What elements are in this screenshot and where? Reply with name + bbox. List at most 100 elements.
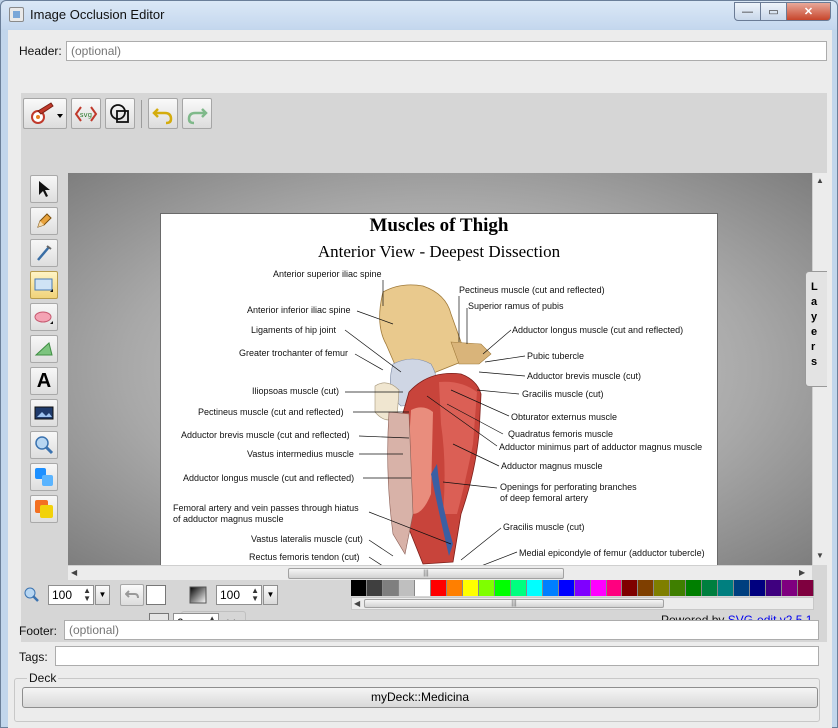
- palette-swatch[interactable]: [590, 580, 607, 596]
- fill-stroke-tool[interactable]: [30, 463, 58, 491]
- rectangle-tool[interactable]: [30, 271, 58, 299]
- palette-swatch[interactable]: [670, 580, 687, 596]
- palette-swatch[interactable]: [638, 580, 655, 596]
- deck-label: Deck: [27, 671, 59, 685]
- palette-swatch[interactable]: [798, 580, 815, 596]
- palette-swatch[interactable]: [382, 580, 399, 596]
- palette-swatch[interactable]: [606, 580, 623, 596]
- minimize-button[interactable]: —: [734, 2, 761, 21]
- close-button[interactable]: ✕: [786, 2, 831, 21]
- label-medial-epicondyle: Medial epicondyle of femur (adductor tub…: [519, 548, 705, 558]
- palette-scroll-thumb[interactable]: |||: [364, 599, 664, 608]
- palette-swatch[interactable]: [622, 580, 639, 596]
- label-anterior-superior-iliac-spine: Anterior superior iliac spine: [273, 269, 382, 279]
- svg-text:svg: svg: [80, 111, 92, 119]
- redo-icon: [187, 107, 208, 124]
- footer-field[interactable]: [64, 620, 819, 640]
- palette-swatch[interactable]: [558, 580, 575, 596]
- line-icon: [37, 245, 52, 261]
- scroll-left-icon[interactable]: ◀: [354, 599, 360, 608]
- rectangle-icon: [34, 278, 53, 292]
- app-icon: [9, 7, 24, 22]
- palette-swatch[interactable]: [734, 580, 751, 596]
- svg-source-icon: svg: [74, 105, 98, 122]
- horizontal-scroll-thumb[interactable]: |||: [288, 568, 564, 579]
- spinner-icon[interactable]: ▲▼: [83, 587, 91, 603]
- scroll-right-icon[interactable]: ▶: [799, 568, 805, 577]
- text-tool[interactable]: A: [30, 367, 58, 395]
- select-tool[interactable]: [30, 175, 58, 203]
- zoom-level-icon: [24, 587, 39, 602]
- palette-swatch[interactable]: [702, 580, 719, 596]
- label-greater-trochanter: Greater trochanter of femur: [239, 348, 349, 358]
- tags-label: Tags:: [19, 650, 48, 664]
- label-femoral-artery: Femoral artery and vein passes through h…: [173, 503, 359, 513]
- label-pectineus-right: Pectineus muscle (cut and reflected): [459, 285, 605, 295]
- layers-panel-tab[interactable]: Layers: [805, 271, 827, 387]
- main-menu-button[interactable]: [23, 98, 67, 129]
- reorient-button[interactable]: [120, 584, 144, 606]
- opacity-dropdown-button[interactable]: ▼: [263, 585, 278, 605]
- undo-button[interactable]: [148, 98, 178, 129]
- redo-button[interactable]: [182, 98, 212, 129]
- path-tool[interactable]: [30, 335, 58, 363]
- palette-swatch[interactable]: [718, 580, 735, 596]
- wireframe-button[interactable]: [105, 98, 135, 129]
- editor-window: Image Occlusion Editor — ▭ ✕ Header: (op…: [0, 0, 838, 728]
- palette-scrollbar[interactable]: ◀ |||: [351, 597, 814, 610]
- label-adductor-brevis-right: Adductor brevis muscle (cut): [527, 371, 642, 381]
- image-tool[interactable]: [30, 399, 58, 427]
- label-obturator-externus: Obturator externus muscle: [511, 412, 618, 422]
- scroll-left-icon[interactable]: ◀: [71, 568, 77, 577]
- scroll-up-icon[interactable]: ▲: [816, 176, 824, 185]
- workarea-horizontal-scrollbar[interactable]: ◀ ||| ▶: [68, 565, 812, 580]
- palette-swatch[interactable]: [750, 580, 767, 596]
- palette-swatch[interactable]: [414, 580, 431, 596]
- select-icon: [39, 181, 50, 197]
- maximize-button[interactable]: ▭: [760, 2, 787, 21]
- ellipse-tool[interactable]: [30, 303, 58, 331]
- palette-swatch[interactable]: [782, 580, 799, 596]
- svg-source-button[interactable]: svg: [71, 98, 101, 129]
- pencil-tool[interactable]: [30, 207, 58, 235]
- scroll-down-icon[interactable]: ▼: [816, 551, 824, 560]
- tags-field[interactable]: [55, 646, 819, 666]
- zoom-tool[interactable]: [30, 431, 58, 459]
- wireframe-icon: [110, 103, 129, 123]
- palette-swatch[interactable]: [526, 580, 543, 596]
- label-adductor-minimus: Adductor minimus part of adductor magnus…: [499, 442, 703, 452]
- palette-swatch[interactable]: [366, 580, 383, 596]
- header-field[interactable]: [66, 41, 827, 61]
- palette-swatch[interactable]: [542, 580, 559, 596]
- palette-swatch[interactable]: [462, 580, 479, 596]
- drawing-workarea[interactable]: Muscles of Thigh Anterior View - Deepest…: [68, 173, 812, 565]
- palette-swatch[interactable]: [766, 580, 783, 596]
- palette-swatch[interactable]: [478, 580, 495, 596]
- palette-swatch[interactable]: [686, 580, 703, 596]
- svg-canvas[interactable]: Muscles of Thigh Anterior View - Deepest…: [160, 213, 718, 565]
- label-perforating-openings: Openings for perforating branches: [500, 482, 637, 492]
- fill-color-box[interactable]: [146, 585, 166, 605]
- palette-swatch[interactable]: [494, 580, 511, 596]
- palette-swatch[interactable]: [654, 580, 671, 596]
- layers-label: Layers: [811, 281, 820, 368]
- deck-selector-button[interactable]: myDeck::Medicina: [22, 687, 818, 708]
- color-palette[interactable]: [351, 580, 815, 596]
- spinner-icon[interactable]: ▲▼: [251, 587, 259, 603]
- zoom-dropdown-button[interactable]: ▼: [95, 585, 110, 605]
- label-adductor-magnus: Adductor magnus muscle: [501, 461, 603, 471]
- line-tool[interactable]: [30, 239, 58, 267]
- palette-swatch[interactable]: [430, 580, 447, 596]
- title-bar[interactable]: Image Occlusion Editor — ▭ ✕: [1, 1, 837, 29]
- path-icon: [34, 342, 53, 356]
- palette-swatch[interactable]: [398, 580, 415, 596]
- palette-swatch[interactable]: [510, 580, 527, 596]
- color-swatch-tool[interactable]: [30, 495, 58, 523]
- palette-swatch[interactable]: [351, 580, 367, 596]
- opacity-input[interactable]: 100 ▲ ▼: [216, 585, 262, 605]
- palette-swatch[interactable]: [574, 580, 591, 596]
- palette-swatch[interactable]: [446, 580, 463, 596]
- label-adductor-brevis-left: Adductor brevis muscle (cut and reflecte…: [181, 430, 350, 440]
- zoom-input[interactable]: 100 ▲ ▼: [48, 585, 94, 605]
- fill-stroke-icon: [35, 468, 53, 486]
